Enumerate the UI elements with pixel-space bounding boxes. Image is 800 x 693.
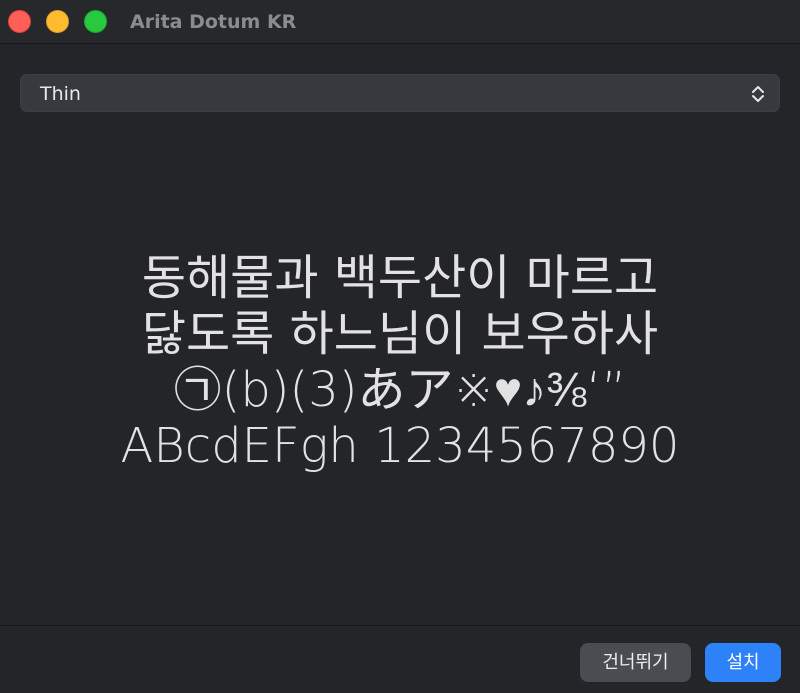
skip-button[interactable]: 건너뛰기 [580, 643, 691, 682]
install-button[interactable]: 설치 [705, 643, 781, 682]
minimize-window-button[interactable] [46, 10, 69, 33]
preview-line-symbols: ㉠(b)(3)あア※♥♪⅜‘” [173, 362, 627, 418]
zoom-window-button[interactable] [84, 10, 107, 33]
footer-bar: 건너뛰기 설치 [0, 625, 800, 693]
title-bar: Arita Dotum KR [0, 0, 800, 44]
preview-line-korean-2: 닳도록 하느님이 보우하사 [141, 306, 659, 362]
close-window-button[interactable] [8, 10, 31, 33]
preview-line-latin-digits: ABcdEFgh 1234567890 [120, 418, 680, 474]
preview-line-korean-1: 동해물과 백두산이 마르고 [141, 250, 659, 306]
font-style-select[interactable]: Thin [20, 74, 780, 112]
window-title: Arita Dotum KR [130, 11, 297, 33]
font-style-selected-value: Thin [40, 83, 81, 105]
up-down-chevron-icon [749, 83, 767, 105]
font-preview: 동해물과 백두산이 마르고 닳도록 하느님이 보우하사 ㉠(b)(3)あア※♥♪… [0, 250, 800, 474]
font-install-window: Arita Dotum KR Thin 동해물과 백두산이 마르고 닳도록 하느… [0, 0, 800, 693]
